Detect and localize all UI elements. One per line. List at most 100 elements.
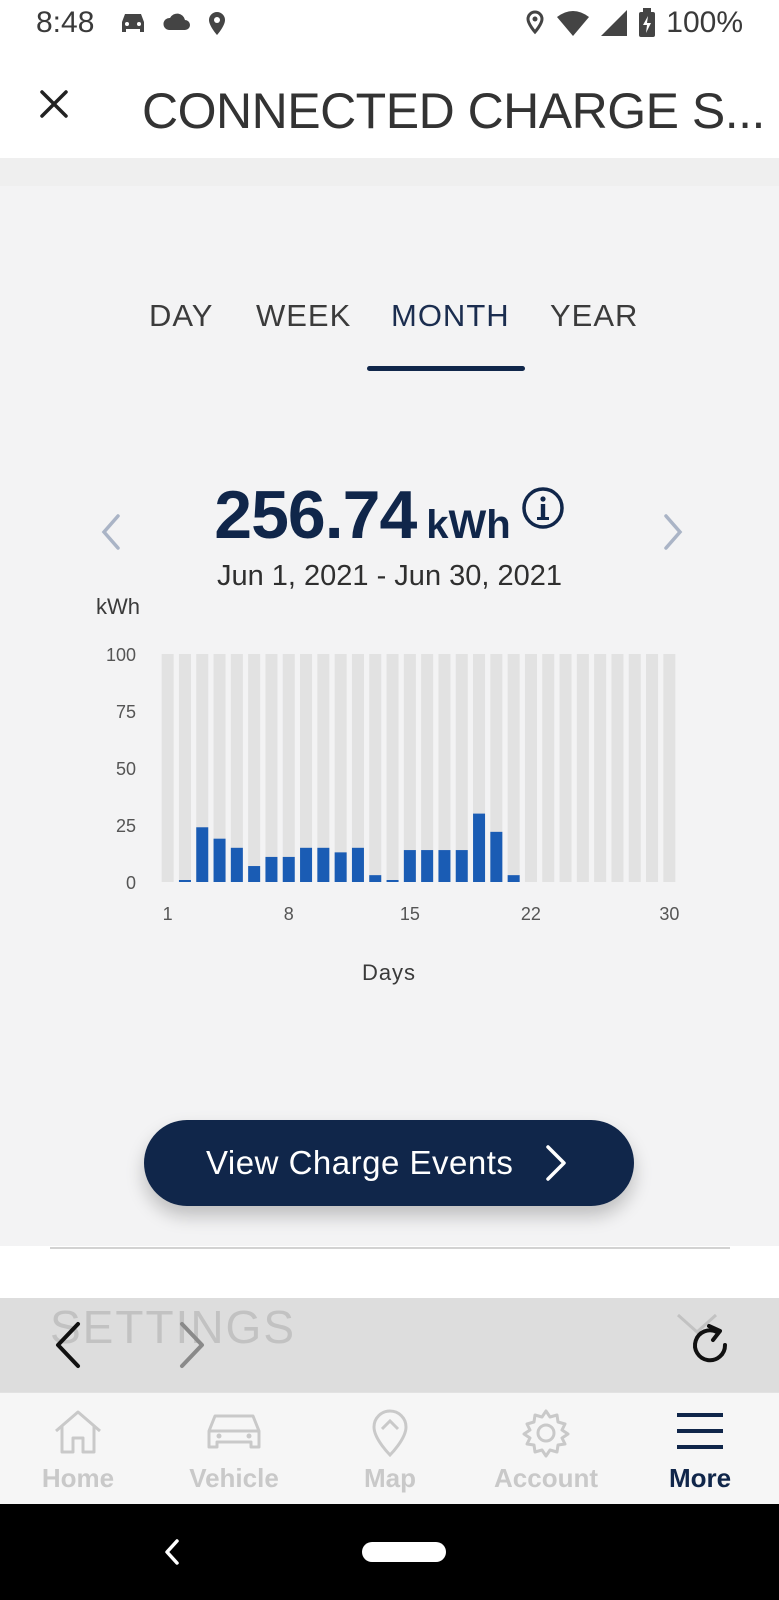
tab-week[interactable]: WEEK — [256, 298, 351, 334]
total-energy-value: 256.74 — [214, 477, 417, 553]
bar-track — [438, 654, 451, 882]
x-tick-label: 30 — [659, 904, 679, 924]
location-outline-icon — [526, 10, 544, 35]
monthly-energy-chart: kWh 100 75 50 25 0 1 8 15 22 30 Days — [96, 594, 679, 985]
bar — [317, 847, 330, 882]
bar — [507, 875, 520, 882]
cell-signal-icon — [601, 10, 628, 36]
bar — [473, 813, 486, 882]
bar — [248, 866, 261, 882]
bar — [178, 880, 191, 882]
car-notification-icon — [122, 14, 144, 32]
nav-home-label: Home — [41, 1463, 115, 1493]
y-axis-unit-label: kWh — [96, 594, 140, 619]
bar-track — [369, 654, 382, 882]
bar — [490, 831, 503, 882]
x-tick-label: 8 — [284, 904, 294, 924]
status-bar: 8:48 100% — [0, 0, 779, 50]
nav-vehicle-label: Vehicle — [189, 1463, 279, 1493]
total-energy: 256.74 kWh — [0, 476, 779, 554]
nav-more-label: More — [668, 1463, 732, 1493]
info-icon[interactable] — [521, 486, 565, 530]
battery-percent: 100% — [666, 6, 743, 39]
bar — [438, 850, 451, 882]
x-tick-label: 15 — [400, 904, 420, 924]
bar-track — [646, 654, 659, 882]
bar — [421, 850, 434, 882]
bar-track — [576, 654, 589, 882]
nav-map-label: Map — [364, 1463, 416, 1493]
bar-track — [386, 654, 399, 882]
view-charge-events-label: View Charge Events — [206, 1144, 514, 1181]
x-tick-label: 22 — [521, 904, 541, 924]
location-icon — [209, 12, 225, 35]
nav-vehicle[interactable]: Vehicle — [156, 1393, 312, 1505]
bar-track — [524, 654, 537, 882]
bar-track — [403, 654, 416, 882]
bar-track — [178, 654, 191, 882]
status-time: 8:48 — [36, 6, 95, 39]
bar-track — [507, 654, 520, 882]
system-nav-bar — [0, 1504, 779, 1600]
bar-track — [421, 654, 434, 882]
x-axis-label: Days — [362, 960, 416, 985]
bar-track — [248, 654, 261, 882]
webview-nav-bar: SETTINGS — [0, 1298, 779, 1392]
status-system-icons: 100% — [524, 6, 743, 40]
tab-day[interactable]: DAY — [149, 298, 213, 334]
bar-track — [265, 654, 278, 882]
bar — [386, 880, 399, 882]
y-tick-label: 100 — [106, 645, 136, 665]
view-charge-events-button[interactable]: View Charge Events — [144, 1120, 634, 1206]
wifi-icon — [557, 11, 590, 36]
nav-home[interactable]: Home — [0, 1393, 156, 1505]
bar — [369, 875, 382, 882]
page-title: CONNECTED CHARGE S... — [142, 83, 765, 139]
bar — [196, 827, 209, 882]
x-tick-label: 1 — [163, 904, 173, 924]
bar-track — [161, 654, 174, 882]
bar-track — [628, 654, 641, 882]
tab-month[interactable]: MONTH — [391, 298, 510, 334]
system-back-icon[interactable] — [162, 1536, 182, 1568]
settings-section-title: SETTINGS — [50, 1301, 297, 1353]
header-divider — [0, 158, 779, 186]
total-energy-unit: kWh — [426, 503, 511, 547]
bottom-nav: Home Vehicle Map Account More — [0, 1392, 779, 1504]
bar — [403, 850, 416, 882]
close-icon[interactable] — [34, 84, 74, 124]
bar — [230, 847, 243, 882]
bar — [300, 847, 313, 882]
nav-more[interactable]: More — [622, 1393, 778, 1505]
system-home-pill[interactable] — [362, 1542, 446, 1562]
bar — [334, 852, 347, 882]
bar — [265, 856, 278, 882]
reload-icon[interactable] — [687, 1322, 733, 1368]
y-tick-label: 0 — [126, 873, 136, 893]
app-header: CONNECTED CHARGE S... — [0, 50, 779, 158]
chevron-right-icon — [546, 1145, 566, 1181]
forward-arrow-icon[interactable] — [176, 1320, 210, 1370]
bar-track — [663, 654, 676, 882]
status-notification-icons — [118, 10, 228, 38]
map-pin-icon — [372, 1409, 408, 1458]
back-arrow-icon[interactable] — [50, 1320, 84, 1370]
nav-account-label: Account — [494, 1463, 598, 1493]
bar-track — [542, 654, 555, 882]
bar-track — [455, 654, 468, 882]
bar — [282, 856, 295, 882]
tab-year[interactable]: YEAR — [550, 298, 638, 334]
y-tick-label: 25 — [116, 816, 136, 836]
vehicle-icon — [207, 1414, 261, 1449]
section-divider — [50, 1247, 730, 1249]
bar-track — [282, 654, 295, 882]
menu-icon — [677, 1413, 723, 1449]
nav-map[interactable]: Map — [312, 1393, 468, 1505]
home-icon — [55, 1410, 101, 1454]
active-tab-indicator — [367, 366, 525, 371]
y-tick-label: 50 — [116, 759, 136, 779]
bar — [213, 838, 226, 882]
bar-track — [594, 654, 607, 882]
bar-track — [611, 654, 624, 882]
nav-account[interactable]: Account — [468, 1393, 624, 1505]
